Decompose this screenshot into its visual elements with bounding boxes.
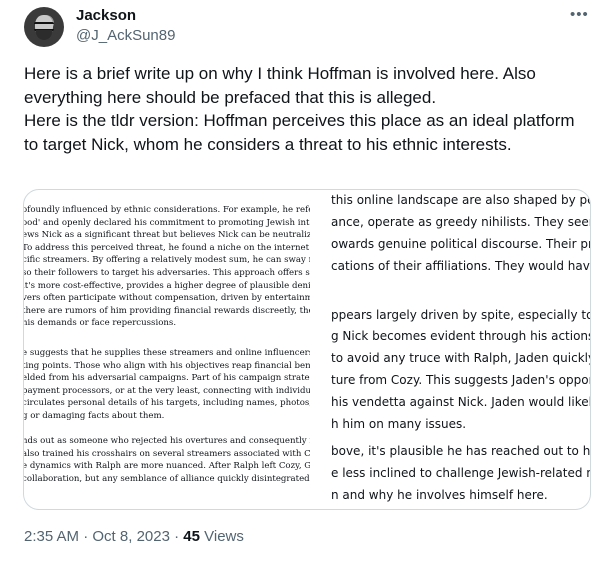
- doc-line: ance, operate as greedy nihilists. They …: [331, 215, 590, 229]
- doc-line: e suggests that he supplies these stream…: [24, 348, 310, 358]
- doc-line: n and why he involves himself here.: [331, 488, 548, 502]
- user-handle[interactable]: @J_AckSun89: [76, 27, 175, 44]
- doc-line: h him on many issues.: [331, 417, 467, 431]
- doc-line: there are rumors of him providing financ…: [24, 305, 310, 316]
- doc-line: so their followers to target his adversa…: [24, 267, 310, 278]
- more-horizontal-icon[interactable]: •••: [570, 6, 589, 23]
- doc-line: ppears largely driven by spite, especial…: [331, 308, 590, 322]
- doc-line: ting points. Those who align with his ob…: [24, 360, 310, 371]
- doc-line: e dynamics with Ralph are more nuanced. …: [24, 461, 310, 472]
- views-count[interactable]: 45: [183, 528, 200, 545]
- doc-line: it's more cost-effective, provides a hig…: [24, 280, 310, 291]
- tweet-time[interactable]: 2:35 AM: [24, 528, 79, 545]
- doc-line: ture from Cozy. This suggests Jaden's op…: [331, 373, 590, 387]
- separator: ·: [79, 528, 93, 545]
- doc-line: elded from his adversarial campaigns. Pa…: [24, 373, 310, 384]
- doc-paragraph-2: e suggests that he supplies these stream…: [24, 347, 310, 423]
- document-left-column: ofoundly influenced by ethnic considerat…: [24, 190, 310, 509]
- doc-line: nds out as someone who rejected his over…: [24, 436, 310, 446]
- tweet-text: Here is a brief write up on why I think …: [24, 64, 575, 154]
- doc-line: payment processors, or at the very least…: [24, 385, 310, 396]
- tweet-metadata: 2:35 AM · Oct 8, 2023 · 45 Views: [24, 528, 244, 545]
- separator: ·: [169, 528, 184, 545]
- doc-line: ood' and openly declared his commitment …: [24, 217, 310, 228]
- avatar-beard: [36, 30, 52, 40]
- tweet-image[interactable]: ofoundly influenced by ethnic considerat…: [23, 189, 591, 510]
- doc-line: ews Nick as a significant threat but bel…: [24, 230, 310, 241]
- doc-paragraph-3: nds out as someone who rejected his over…: [24, 435, 310, 485]
- doc-line: bove, it's plausible he has reached out …: [331, 444, 590, 458]
- doc-line: cific streamers. By offering a relativel…: [24, 255, 310, 266]
- doc-line: cations of their affiliations. They woul…: [331, 259, 590, 273]
- doc-line: ofoundly influenced by ethnic considerat…: [24, 205, 310, 215]
- views-label: Views: [199, 528, 244, 545]
- doc-line: to avoid any truce with Ralph, Jaden qui…: [331, 351, 590, 365]
- doc-line: owards genuine political discourse. Thei…: [331, 237, 590, 251]
- document-right-column: this online landscape are also shaped by…: [310, 190, 590, 509]
- doc-line: his vendetta against Nick. Jaden would l…: [331, 395, 590, 409]
- doc-line: his demands or face repercussions.: [24, 318, 177, 329]
- doc-line: also trained his crosshairs on several s…: [24, 448, 310, 459]
- doc-line: g Nick becomes evident through his actio…: [331, 329, 590, 343]
- doc-line: this online landscape are also shaped by…: [331, 193, 590, 207]
- doc-line: collaboration, but any semblance of alli…: [24, 473, 310, 484]
- display-name[interactable]: Jackson: [76, 7, 136, 24]
- doc-line: To address this perceived threat, he fou…: [24, 242, 310, 253]
- doc-line: vers often participate without compensat…: [24, 293, 310, 304]
- doc-line: e less inclined to challenge Jewish-rela…: [331, 466, 590, 480]
- avatar[interactable]: [24, 7, 64, 47]
- doc-paragraph-1: ofoundly influenced by ethnic considerat…: [24, 204, 310, 330]
- tweet-date[interactable]: Oct 8, 2023: [92, 528, 170, 545]
- doc-line: circulates personal details of his targe…: [24, 398, 310, 409]
- doc-line: g or damaging facts about them.: [24, 410, 165, 421]
